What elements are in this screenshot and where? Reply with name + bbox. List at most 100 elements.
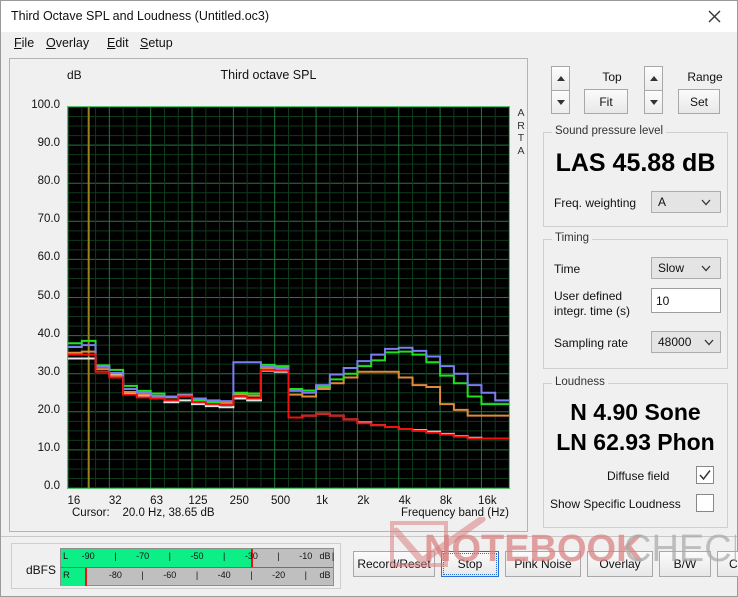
diffuse-field-checkbox[interactable]: [696, 466, 714, 484]
show-specific-loudness-checkbox[interactable]: [696, 494, 714, 512]
loudness-group: Loudness N 4.90 Sone LN 62.93 Phon Diffu…: [543, 376, 728, 528]
window-title: Third Octave SPL and Loudness (Untitled.…: [11, 9, 270, 23]
x-tick-label: 63: [150, 495, 163, 507]
arrow-down-icon: [556, 99, 565, 105]
meter-tick-mark: |: [114, 551, 117, 561]
x-tick-label: 8k: [439, 495, 453, 507]
user-integration-time-input[interactable]: [651, 288, 721, 313]
meter-tick-label: -40: [217, 570, 231, 580]
meter-unit-top: dB: [319, 551, 331, 561]
copy-button[interactable]: Copy: [717, 551, 738, 577]
level-meters[interactable]: L -90 | -70 | -50 | -30 | -10 | dB R -80 | -60 | -40 |…: [60, 548, 334, 586]
meter-tick-mark: |: [168, 551, 171, 561]
close-button[interactable]: [691, 1, 737, 32]
range-spinner[interactable]: [644, 66, 663, 114]
freq-weighting-select[interactable]: A: [651, 191, 721, 213]
freq-weighting-value: A: [658, 195, 667, 209]
y-tick-label: 100.0: [31, 99, 60, 111]
time-select[interactable]: Slow: [651, 257, 721, 279]
stop-button[interactable]: Stop: [441, 551, 499, 577]
y-tick-label: 80.0: [37, 175, 60, 188]
top-spinner-up[interactable]: [551, 66, 570, 90]
meter-tick-mark: |: [195, 570, 199, 580]
y-tick-label: 90.0: [37, 137, 60, 150]
range-label: Range: [687, 70, 723, 84]
meter-tick-mark: |: [304, 570, 307, 580]
meter-unit-bottom: dB: [319, 570, 331, 580]
set-button[interactable]: Set: [678, 89, 720, 114]
loudness-group-label: Loudness: [552, 376, 608, 388]
sound-pressure-level-group: Sound pressure level LAS 45.88 dB Freq. …: [543, 125, 728, 227]
spl-curves: [68, 107, 509, 488]
menu-setup[interactable]: Setup: [135, 35, 178, 51]
meter-tick-label: -90: [81, 551, 95, 561]
top-spinner-down[interactable]: [551, 90, 570, 114]
meter-tick-mark: |: [223, 551, 226, 561]
range-spinner-up[interactable]: [644, 66, 663, 90]
x-tick-label: 1k: [315, 495, 329, 507]
timing-group: Timing Time Slow User defined integr. ti…: [543, 232, 728, 369]
y-tick-label: 30.0: [37, 365, 60, 378]
spl-value: LAS 45.88 dB: [555, 149, 716, 177]
cursor-label: Cursor:: [72, 507, 110, 519]
chart-panel: Third octave SPL dB 0.0 10.0 20.0 30.0 40.0 5…: [9, 58, 528, 532]
x-tick-label: 500: [271, 495, 291, 507]
range-spinner-down[interactable]: [644, 90, 663, 114]
x-tick-label: 16: [67, 495, 81, 507]
meter-tick-mark: |: [141, 570, 144, 580]
y-tick-label: 60.0: [37, 251, 60, 264]
chart-title: Third octave SPL: [220, 68, 317, 82]
y-tick-label: 50.0: [37, 289, 60, 302]
chevron-down-icon: [691, 339, 720, 346]
y-tick-label: 0.0: [44, 480, 60, 492]
b-w-button[interactable]: B/W: [659, 551, 711, 577]
sampling-rate-value: 48000: [658, 335, 692, 349]
overlay-button[interactable]: Overlay: [587, 551, 653, 577]
loudness-phon-value: LN 62.93 Phon: [556, 429, 715, 455]
y-tick-label: 40.0: [37, 327, 60, 340]
y-axis-unit-label: dB: [67, 68, 82, 82]
timing-group-label: Timing: [552, 232, 593, 244]
menu-overlay[interactable]: Overlay: [41, 35, 94, 51]
x-tick-label: 125: [188, 495, 208, 507]
y-tick-label: 20.0: [37, 403, 60, 416]
y-tick-label: 70.0: [37, 213, 60, 226]
meter-row-left[interactable]: L -90 | -70 | -50 | -30 | -10 | dB: [61, 549, 334, 567]
sampling-rate-label: Sampling rate: [554, 336, 629, 350]
chevron-down-icon: [686, 265, 720, 272]
arrow-up-icon: [649, 76, 658, 81]
time-value: Slow: [658, 261, 685, 275]
meter-channel-right: R: [63, 570, 70, 581]
arrow-up-icon: [556, 76, 565, 81]
arrow-down-icon: [649, 99, 658, 105]
fit-button[interactable]: Fit: [584, 89, 628, 114]
menu-edit[interactable]: Edit: [102, 35, 134, 51]
meter-tick-mark: |: [250, 570, 253, 580]
meter-tick-label: -20: [272, 570, 286, 580]
bottom-toolbar: dBFS L -90 | -70 | -50 | -30 | -10 | dB R -80 | -60…: [1, 536, 738, 596]
meter-tick-label: -10: [299, 551, 313, 561]
record-reset-button[interactable]: Record/Reset: [353, 551, 435, 577]
top-spinner[interactable]: [551, 66, 570, 114]
x-tick-label: 4k: [398, 495, 411, 507]
x-tick-label: 2k: [357, 495, 370, 507]
pink-noise-button[interactable]: Pink Noise: [505, 551, 581, 577]
meter-peak-right: [85, 568, 88, 586]
plot-canvas[interactable]: [67, 106, 510, 489]
meter-row-right[interactable]: R -80 | -60 | -40 | -20 | dB: [61, 568, 333, 586]
meter-tick-label: -50: [190, 551, 204, 561]
plot-area[interactable]: [67, 106, 510, 489]
arta-watermark: ARTA: [517, 107, 525, 157]
sampling-rate-select[interactable]: 48000: [651, 331, 721, 353]
application-window: Third Octave SPL and Loudness (Untitled.…: [0, 0, 738, 597]
menu-bar: File Overlay Edit Setup: [1, 32, 737, 54]
cursor-value: 20.0 Hz, 38.65 dB: [122, 507, 215, 519]
user-time-label-line2: integr. time (s): [554, 304, 631, 318]
close-icon: [708, 10, 721, 23]
meter-tick-label: -30: [244, 551, 258, 561]
x-tick-label: 32: [108, 495, 122, 507]
x-axis-title: Frequency band (Hz): [400, 507, 509, 519]
title-bar: Third Octave SPL and Loudness (Untitled.…: [1, 1, 737, 32]
menu-file[interactable]: File: [9, 35, 39, 51]
x-tick-label: 250: [229, 495, 249, 507]
